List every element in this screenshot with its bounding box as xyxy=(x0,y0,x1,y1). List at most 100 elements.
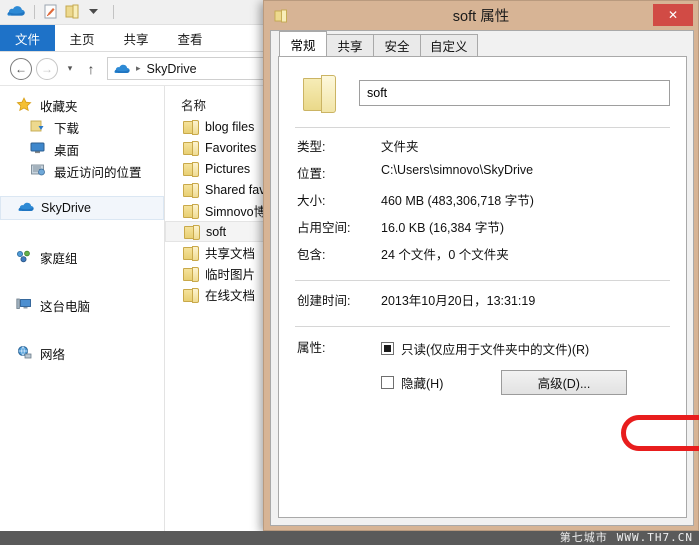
folder-name-row: soft xyxy=(295,69,670,117)
folder-icon xyxy=(183,183,199,198)
folder-icon xyxy=(183,288,199,303)
skydrive-cloud-icon xyxy=(113,62,131,76)
back-button[interactable]: ← xyxy=(10,57,32,80)
hidden-checkbox[interactable] xyxy=(381,376,394,389)
this-pc-icon xyxy=(16,297,34,313)
property-label: 包含: xyxy=(297,248,326,262)
skydrive-cloud-icon[interactable] xyxy=(6,3,26,21)
property-value: 文件夹 xyxy=(381,140,419,154)
property-created: 创建时间: 2013年10月20日，13:31:19 xyxy=(295,290,670,317)
sidebar-label: 桌面 xyxy=(54,143,80,158)
ribbon-tab-home[interactable]: 主页 xyxy=(55,25,109,51)
breadcrumb-separator-icon: ▸ xyxy=(136,63,141,73)
sidebar-label: 最近访问的位置 xyxy=(54,165,142,180)
file-name: 共享文档 xyxy=(205,247,256,261)
sidebar-item-favorites[interactable]: 收藏夹 xyxy=(0,94,164,116)
folder-icon xyxy=(183,204,199,219)
property-type: 类型: 文件夹 xyxy=(295,136,670,163)
sidebar-item-downloads[interactable]: 下载 xyxy=(0,116,164,138)
readonly-checkbox-row[interactable]: 只读(仅应用于文件夹中的文件)(R) xyxy=(381,337,670,359)
sidebar-item-skydrive[interactable]: SkyDrive xyxy=(0,196,164,220)
tab-security[interactable]: 安全 xyxy=(373,34,421,56)
sidebar-item-desktop[interactable]: 桌面 xyxy=(0,138,164,160)
dialog-title-bar[interactable]: soft 属性 ✕ xyxy=(264,1,698,30)
screenshot-root: 文件 主页 共享 查看 ← → ▾ ↑ ▸ SkyDrive 收藏夹 下载 桌面… xyxy=(0,0,699,545)
property-value: 16.0 KB (16,384 字节) xyxy=(381,221,504,235)
tab-customize[interactable]: 自定义 xyxy=(420,34,478,56)
readonly-checkbox[interactable] xyxy=(381,341,394,355)
divider-1 xyxy=(295,127,670,128)
file-name: soft xyxy=(206,224,227,239)
property-label: 占用空间: xyxy=(297,221,351,235)
sidebar-label: 收藏夹 xyxy=(40,99,78,114)
sidebar-item-homegroup[interactable]: 家庭组 xyxy=(0,246,164,268)
property-label: 位置: xyxy=(297,167,326,181)
toolbar-divider-1 xyxy=(34,5,35,19)
property-label: 大小: xyxy=(297,194,326,208)
properties-icon[interactable] xyxy=(41,3,61,21)
sidebar-label: 网络 xyxy=(40,347,66,362)
toolbar-divider-2 xyxy=(113,5,114,19)
folder-icon xyxy=(184,225,200,240)
ribbon-tab-view[interactable]: 查看 xyxy=(163,25,217,51)
file-name: 在线文档 xyxy=(205,289,256,303)
sidebar-label: SkyDrive xyxy=(41,201,92,215)
property-value: 24 个文件，0 个文件夹 xyxy=(381,248,509,262)
breadcrumb-skydrive[interactable]: SkyDrive xyxy=(147,62,197,76)
folder-icon xyxy=(301,75,341,113)
divider-3 xyxy=(295,326,670,327)
property-value: 460 MB (483,306,718 字节) xyxy=(381,194,534,208)
advanced-button[interactable]: 高级(D)... xyxy=(501,370,627,395)
folder-name-input[interactable]: soft xyxy=(359,80,670,106)
property-contains: 包含: 24 个文件，0 个文件夹 xyxy=(295,244,670,271)
hidden-and-advanced-row: 隐藏(H) 高级(D)... xyxy=(295,370,670,395)
tab-general[interactable]: 常规 xyxy=(279,31,327,56)
property-value: 2013年10月20日，13:31:19 xyxy=(381,294,536,308)
folder-icon xyxy=(183,246,199,261)
close-icon[interactable]: ✕ xyxy=(653,4,693,26)
skydrive-cloud-icon xyxy=(17,200,35,216)
folder-icon xyxy=(183,162,199,177)
dialog-title: soft 属性 xyxy=(452,9,510,25)
attributes-values: 只读(仅应用于文件夹中的文件)(R) xyxy=(381,337,670,359)
hidden-label: 隐藏(H) xyxy=(401,377,444,391)
ribbon-tab-file[interactable]: 文件 xyxy=(0,25,55,51)
general-tab-panel: soft 类型: 文件夹 位置: C:\Users\simnovo\SkyDri… xyxy=(278,56,687,518)
sidebar-item-this-pc[interactable]: 这台电脑 xyxy=(0,294,164,316)
sidebar-item-network[interactable]: 网络 xyxy=(0,342,164,364)
sidebar-item-recent-places[interactable]: 最近访问的位置 xyxy=(0,160,164,182)
file-name: Shared fav xyxy=(205,182,266,197)
file-name: Simnovo博 xyxy=(205,205,267,219)
property-size-on-disk: 占用空间: 16.0 KB (16,384 字节) xyxy=(295,217,670,244)
up-button[interactable]: ↑ xyxy=(81,58,101,80)
folder-icon xyxy=(183,141,199,156)
file-name: Pictures xyxy=(205,161,251,176)
hidden-checkbox-row[interactable]: 隐藏(H) xyxy=(381,372,501,394)
network-icon xyxy=(16,345,34,361)
navigation-pane: 收藏夹 下载 桌面 最近访问的位置 SkyDrive 家庭组 这台电脑 网络 xyxy=(0,86,165,531)
forward-button[interactable]: → xyxy=(36,57,58,80)
property-location: 位置: C:\Users\simnovo\SkyDrive xyxy=(295,163,670,190)
attributes-row: 属性: 只读(仅应用于文件夹中的文件)(R) xyxy=(295,337,670,359)
homegroup-icon xyxy=(16,249,34,265)
ribbon-tab-share[interactable]: 共享 xyxy=(109,25,163,51)
site-watermark: 第七城市 WWW.TH7.CN xyxy=(560,529,693,545)
dialog-tab-strip: 常规 共享 安全 自定义 xyxy=(271,31,693,56)
properties-dialog: soft 属性 ✕ 常规 共享 安全 自定义 soft 类型: 文件夹 位置: … xyxy=(263,0,699,531)
folder-icon[interactable] xyxy=(63,3,83,21)
site-watermark-cn: 第七城市 xyxy=(559,531,608,544)
site-watermark-url: WWW.TH7.CN xyxy=(616,530,693,544)
sidebar-label: 这台电脑 xyxy=(40,299,91,314)
divider-2 xyxy=(295,280,670,281)
chevron-down-icon[interactable] xyxy=(85,3,105,21)
folder-icon xyxy=(183,267,199,282)
dialog-inner: 常规 共享 安全 自定义 soft 类型: 文件夹 位置: C:\Users\s… xyxy=(270,30,694,526)
file-name: Favorites xyxy=(205,140,257,155)
tab-sharing[interactable]: 共享 xyxy=(326,34,374,56)
history-dropdown-icon[interactable]: ▾ xyxy=(62,58,78,80)
file-name: blog files xyxy=(205,119,255,134)
property-label: 创建时间: xyxy=(297,294,351,308)
